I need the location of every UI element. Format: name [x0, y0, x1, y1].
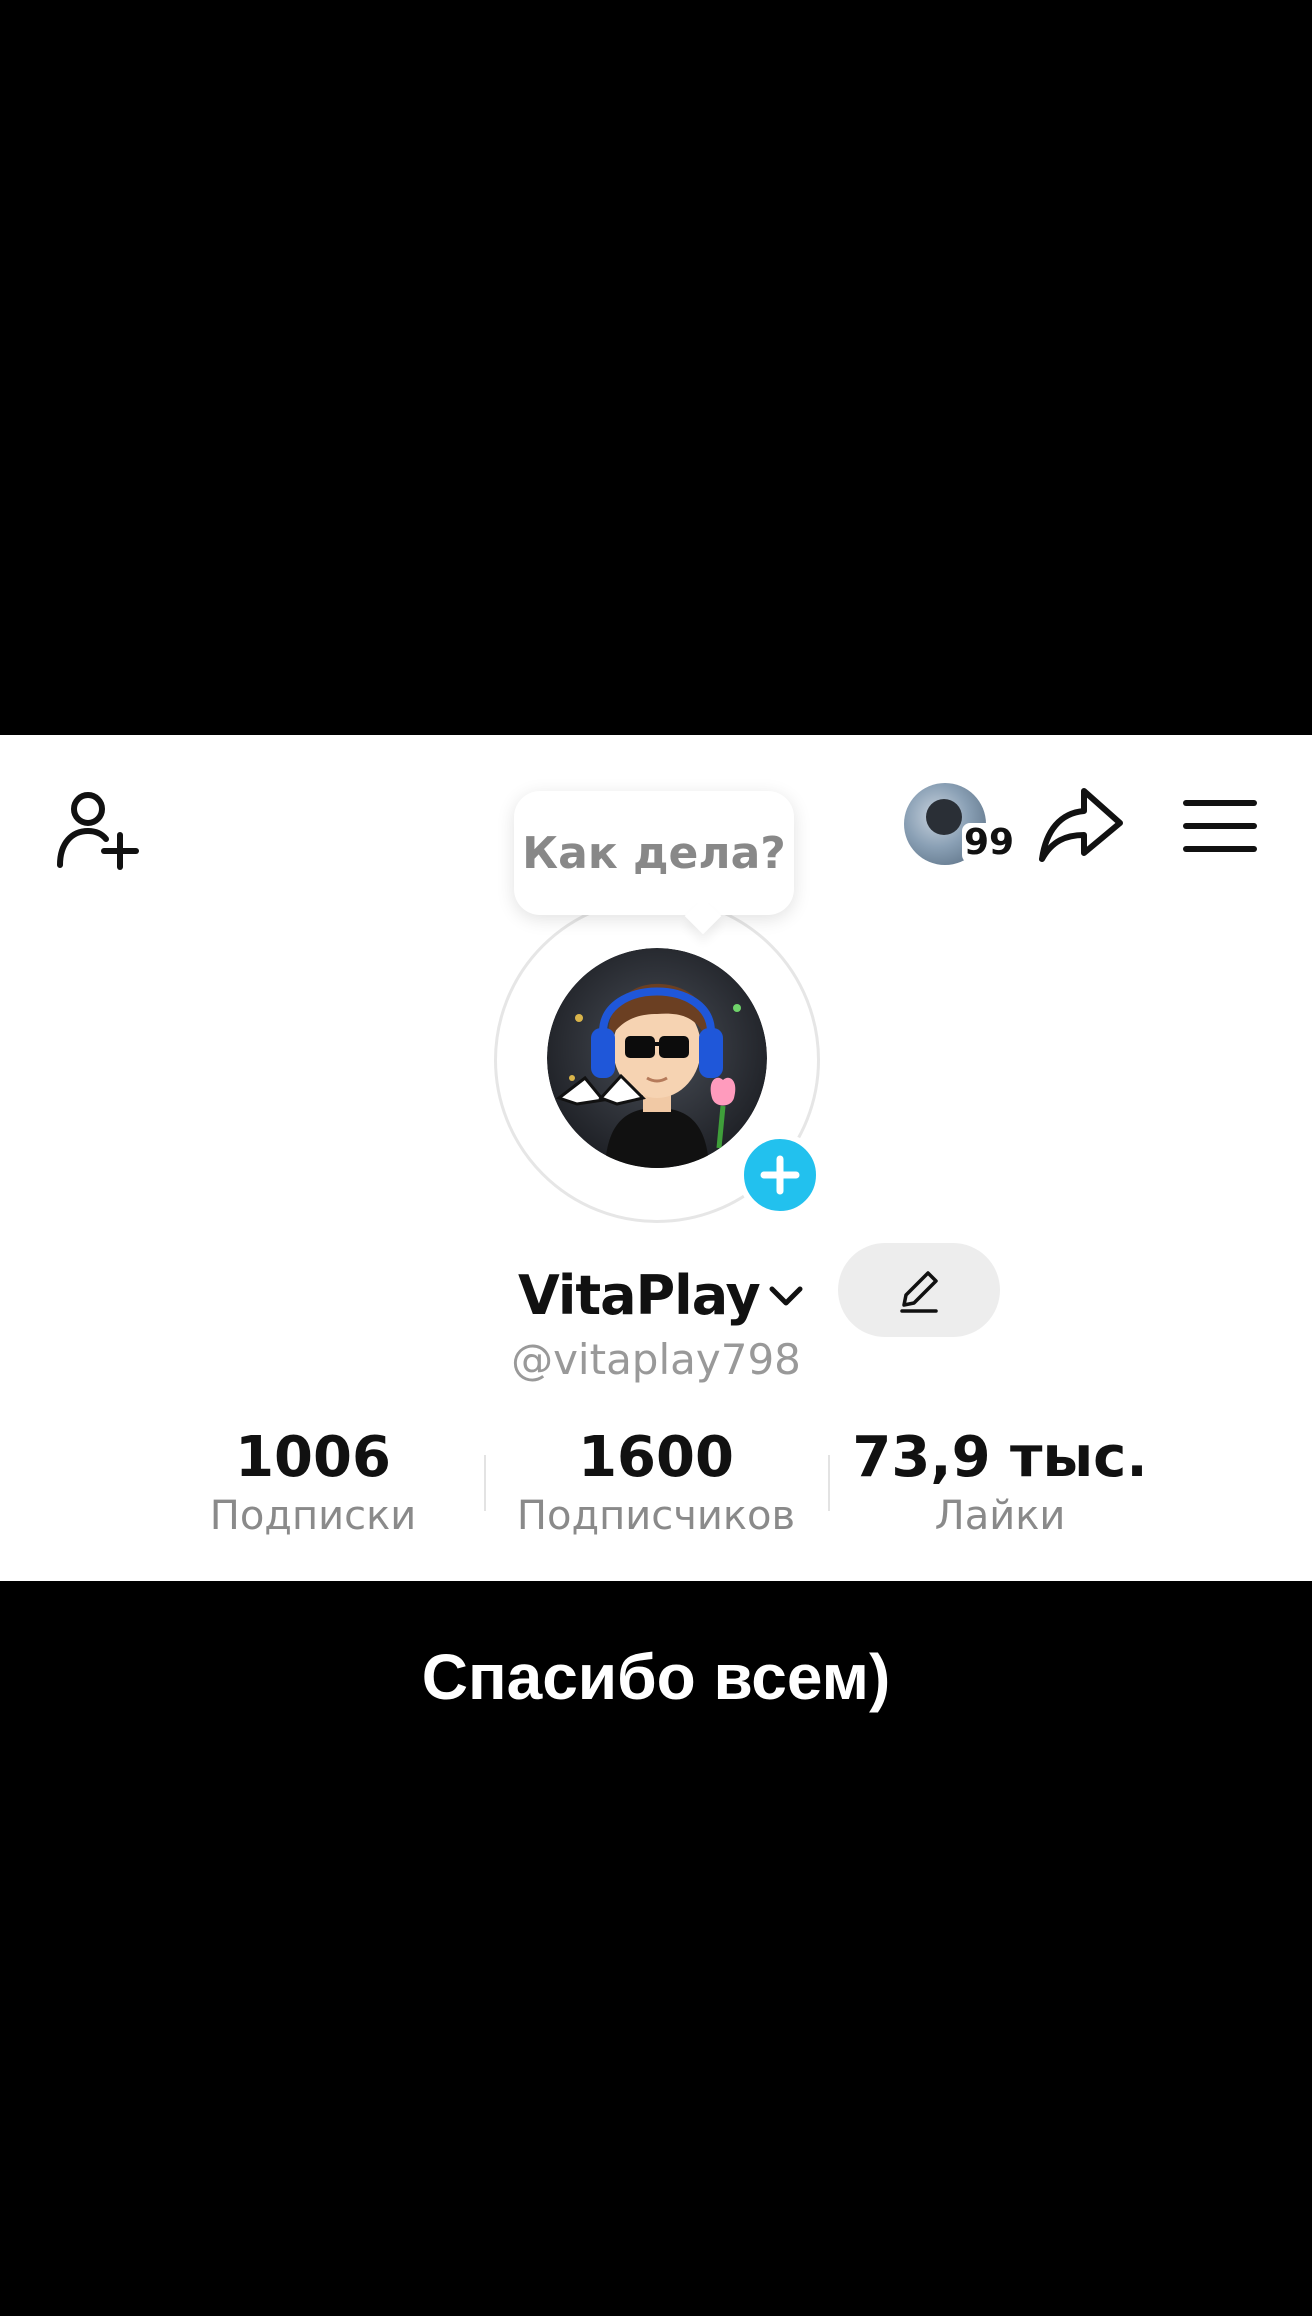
profile-panel: 99 Как дела? VitaPlay @vitaplay798 1006 …: [0, 735, 1312, 1581]
username-handle: @vitaplay798: [511, 1335, 801, 1384]
stat-likes-value: 73,9 тыс.: [852, 1425, 1148, 1490]
stat-following-label: Подписки: [209, 1493, 417, 1539]
stat-following[interactable]: 1006 Подписки: [163, 1425, 463, 1541]
edit-profile-button[interactable]: [838, 1243, 1000, 1337]
video-caption: Спасибо всем): [421, 1641, 891, 1713]
profile-visitors-button[interactable]: 99: [900, 783, 1020, 873]
stat-followers[interactable]: 1600 Подписчиков: [506, 1425, 806, 1541]
visitors-count: 99: [962, 822, 1017, 863]
chevron-down-icon: [769, 1286, 803, 1306]
stat-divider: [484, 1455, 486, 1511]
stat-likes-label: Лайки: [934, 1493, 1066, 1539]
stat-divider: [828, 1455, 830, 1511]
add-story-button[interactable]: [738, 1133, 822, 1217]
note-bubble[interactable]: Как дела?: [514, 791, 794, 915]
plus-icon: [760, 1155, 800, 1195]
stat-followers-value: 1600: [578, 1425, 734, 1490]
note-bubble-text: Как дела?: [522, 827, 786, 879]
person-add-icon[interactable]: [56, 787, 140, 871]
avatar[interactable]: [547, 948, 767, 1168]
pencil-icon: [900, 1271, 938, 1313]
display-name: VitaPlay: [518, 1263, 761, 1327]
stat-likes[interactable]: 73,9 тыс. Лайки: [850, 1425, 1150, 1541]
share-arrow-icon[interactable]: [1038, 783, 1124, 869]
hamburger-menu-icon[interactable]: [1182, 783, 1258, 869]
stat-followers-label: Подписчиков: [516, 1493, 796, 1539]
account-switcher[interactable]: VitaPlay: [518, 1255, 806, 1335]
stat-following-value: 1006: [235, 1425, 391, 1490]
